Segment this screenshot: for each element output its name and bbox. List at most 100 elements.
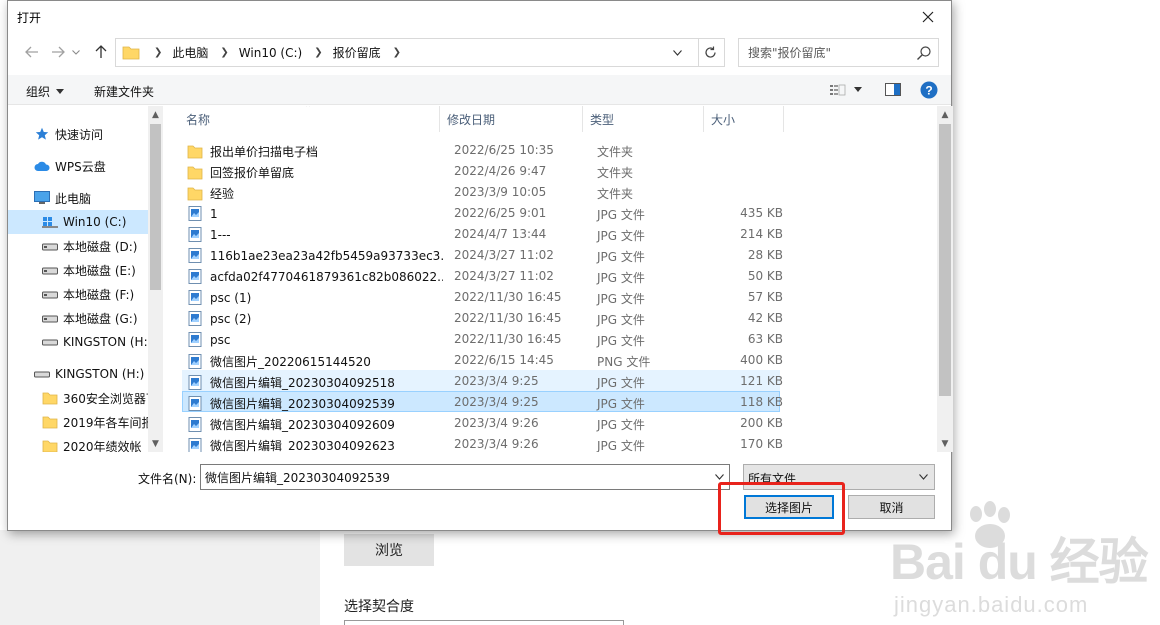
nav-kingston-h[interactable]: KINGSTON (H:): [8, 330, 148, 354]
highlight-annotation-box: [718, 482, 845, 535]
match-degree-input[interactable]: [344, 620, 624, 625]
file-type: JPG 文件: [597, 418, 645, 432]
recent-locations-button[interactable]: [70, 42, 82, 62]
column-header-date[interactable]: 修改日期: [440, 106, 583, 132]
file-row[interactable]: 1--- 2024/4/7 13:44 JPG 文件 214 KB: [182, 223, 783, 244]
nav-win10-drive[interactable]: Win10 (C:): [8, 210, 148, 234]
address-history-dropdown[interactable]: [667, 39, 687, 66]
drive-icon: [42, 263, 58, 277]
breadcrumb-quote-folder[interactable]: 报价留底: [333, 44, 381, 61]
folder-icon: [42, 415, 58, 429]
image-file-icon: [188, 311, 202, 326]
file-date: 2024/4/7 13:44: [454, 227, 547, 241]
nav-label: KINGSTON (H:): [63, 335, 148, 349]
dialog-titlebar[interactable]: 打开: [8, 1, 951, 32]
file-size: 121 KB: [740, 374, 783, 388]
file-row[interactable]: psc (2) 2022/11/30 16:45 JPG 文件 42 KB: [182, 307, 783, 328]
nav-label: 本地磁盘 (E:): [63, 263, 136, 278]
file-row[interactable]: 微信图片_20220615144520 2022/6/15 14:45 PNG 文件…: [182, 349, 783, 370]
file-row[interactable]: 回签报价单留底 2022/4/26 9:47 文件夹: [182, 160, 780, 181]
nav-drive-e[interactable]: 本地磁盘 (E:): [8, 258, 148, 282]
file-row[interactable]: 微信图片编辑_20230304092623 2023/3/4 9:26 JPG 文件…: [182, 433, 783, 452]
chevron-right-icon[interactable]: ❯: [314, 47, 322, 58]
close-button[interactable]: [905, 1, 951, 32]
nav-folder-2020-performance[interactable]: 2020年绩效帐: [8, 434, 148, 452]
back-button[interactable]: [22, 42, 42, 62]
scroll-up-icon[interactable]: ▲: [937, 107, 953, 122]
chevron-down-icon: [672, 49, 682, 56]
nav-quick-access[interactable]: 快速访问: [8, 122, 148, 146]
breadcrumb-this-pc[interactable]: 此电脑: [172, 44, 208, 61]
breadcrumb: ❯ 此电脑 ❯ Win10 (C:) ❯ 报价留底 ❯: [142, 39, 411, 66]
file-row[interactable]: psc (1) 2022/11/30 16:45 JPG 文件 57 KB: [182, 286, 783, 307]
breadcrumb-win10-drive[interactable]: Win10 (C:): [239, 46, 302, 60]
filter-dropdown[interactable]: [916, 465, 930, 489]
image-file-icon: [188, 269, 202, 284]
up-button[interactable]: [91, 42, 111, 62]
browse-button[interactable]: 浏览: [344, 534, 434, 566]
nav-drive-d[interactable]: 本地磁盘 (D:): [8, 234, 148, 258]
cancel-button[interactable]: 取消: [848, 495, 935, 519]
chevron-right-icon[interactable]: ❯: [220, 47, 228, 58]
image-file-icon: [188, 248, 202, 263]
file-type: JPG 文件: [597, 250, 645, 264]
nav-label: 360安全浏览器下: [63, 391, 148, 406]
search-input[interactable]: [739, 39, 909, 66]
arrow-right-icon: [52, 46, 65, 58]
file-list-scroll-thumb[interactable]: [939, 124, 951, 396]
forward-button[interactable]: [48, 42, 68, 62]
watermark-main-text: Bai du 经验: [890, 534, 1149, 590]
filename-combobox[interactable]: [200, 464, 730, 490]
file-row[interactable]: 微信图片编辑_20230304092609 2023/3/4 9:26 JPG 文件…: [182, 412, 783, 433]
file-name-cell: 微信图片_20220615144520: [187, 353, 443, 370]
help-icon[interactable]: ?: [920, 81, 938, 99]
address-bar[interactable]: ❯ 此电脑 ❯ Win10 (C:) ❯ 报价留底 ❯: [115, 38, 699, 67]
chevron-down-icon[interactable]: [854, 87, 862, 93]
file-row[interactable]: 报出单价扫描电子档 2022/6/25 10:35 文件夹: [182, 139, 780, 160]
search-box[interactable]: [738, 38, 939, 67]
file-type: 文件夹: [597, 145, 634, 159]
file-name-cell: 回签报价单留底: [187, 164, 443, 181]
folder-icon: [42, 439, 58, 452]
search-icon[interactable]: [916, 45, 932, 61]
file-name: 1---: [210, 227, 231, 242]
file-row[interactable]: 116b1ae23ea23a42fb5459a93733ec3... 2024/3…: [182, 244, 783, 265]
scroll-down-icon[interactable]: ▼: [937, 436, 953, 451]
nav-kingston-h-root[interactable]: KINGSTON (H:): [8, 362, 148, 386]
nav-drive-g[interactable]: 本地磁盘 (G:): [8, 306, 148, 330]
scroll-up-icon[interactable]: ▲: [148, 107, 163, 122]
windows-drive-icon: [42, 215, 58, 229]
nav-this-pc[interactable]: 此电脑: [8, 186, 148, 210]
nav-drive-f[interactable]: 本地磁盘 (F:): [8, 282, 148, 306]
file-size: 50 KB: [747, 269, 783, 283]
file-list-scrollbar[interactable]: ▲ ▼: [937, 106, 953, 452]
column-header-size[interactable]: 大小: [704, 106, 784, 132]
organize-menu[interactable]: 组织: [26, 83, 65, 100]
file-row[interactable]: acfda02f4770461879361c82b086022... 2024/3…: [182, 265, 783, 286]
file-row[interactable]: 微信图片编辑_20230304092539 2023/3/4 9:25 JPG 文件…: [182, 391, 783, 412]
file-row[interactable]: 微信图片编辑_20230304092518 2023/3/4 9:25 JPG 文件…: [182, 370, 783, 391]
column-header-name[interactable]: 名称: [178, 106, 440, 132]
image-file-icon: [188, 332, 202, 347]
preview-pane-icon[interactable]: [885, 83, 901, 96]
column-header-type[interactable]: 类型: [583, 106, 704, 132]
nav-label: 本地磁盘 (G:): [63, 311, 138, 326]
new-folder-button[interactable]: 新建文件夹: [94, 83, 154, 100]
star-icon: [34, 127, 50, 141]
scroll-down-icon[interactable]: ▼: [148, 436, 163, 451]
chevron-right-icon[interactable]: ❯: [393, 47, 401, 58]
nav-pane-scroll-thumb[interactable]: [150, 124, 161, 290]
file-size: 57 KB: [747, 290, 783, 304]
svg-text:?: ?: [925, 84, 932, 98]
file-row[interactable]: 1 2022/6/25 9:01 JPG 文件 435 KB: [182, 202, 783, 223]
file-row[interactable]: 经验 2023/3/9 10:05 文件夹: [182, 181, 780, 202]
nav-pane-scrollbar[interactable]: ▲ ▼: [148, 106, 163, 452]
file-row[interactable]: psc 2022/11/30 16:45 JPG 文件 63 KB: [182, 328, 783, 349]
refresh-button[interactable]: [697, 38, 725, 67]
nav-folder-2019-report[interactable]: 2019年各车间报: [8, 410, 148, 434]
view-options-icon[interactable]: [830, 84, 846, 96]
image-file-icon: [188, 290, 202, 305]
filename-input[interactable]: [201, 465, 706, 489]
nav-wps-cloud[interactable]: WPS云盘: [8, 154, 148, 178]
nav-folder-360-browser[interactable]: 360安全浏览器下: [8, 386, 148, 410]
